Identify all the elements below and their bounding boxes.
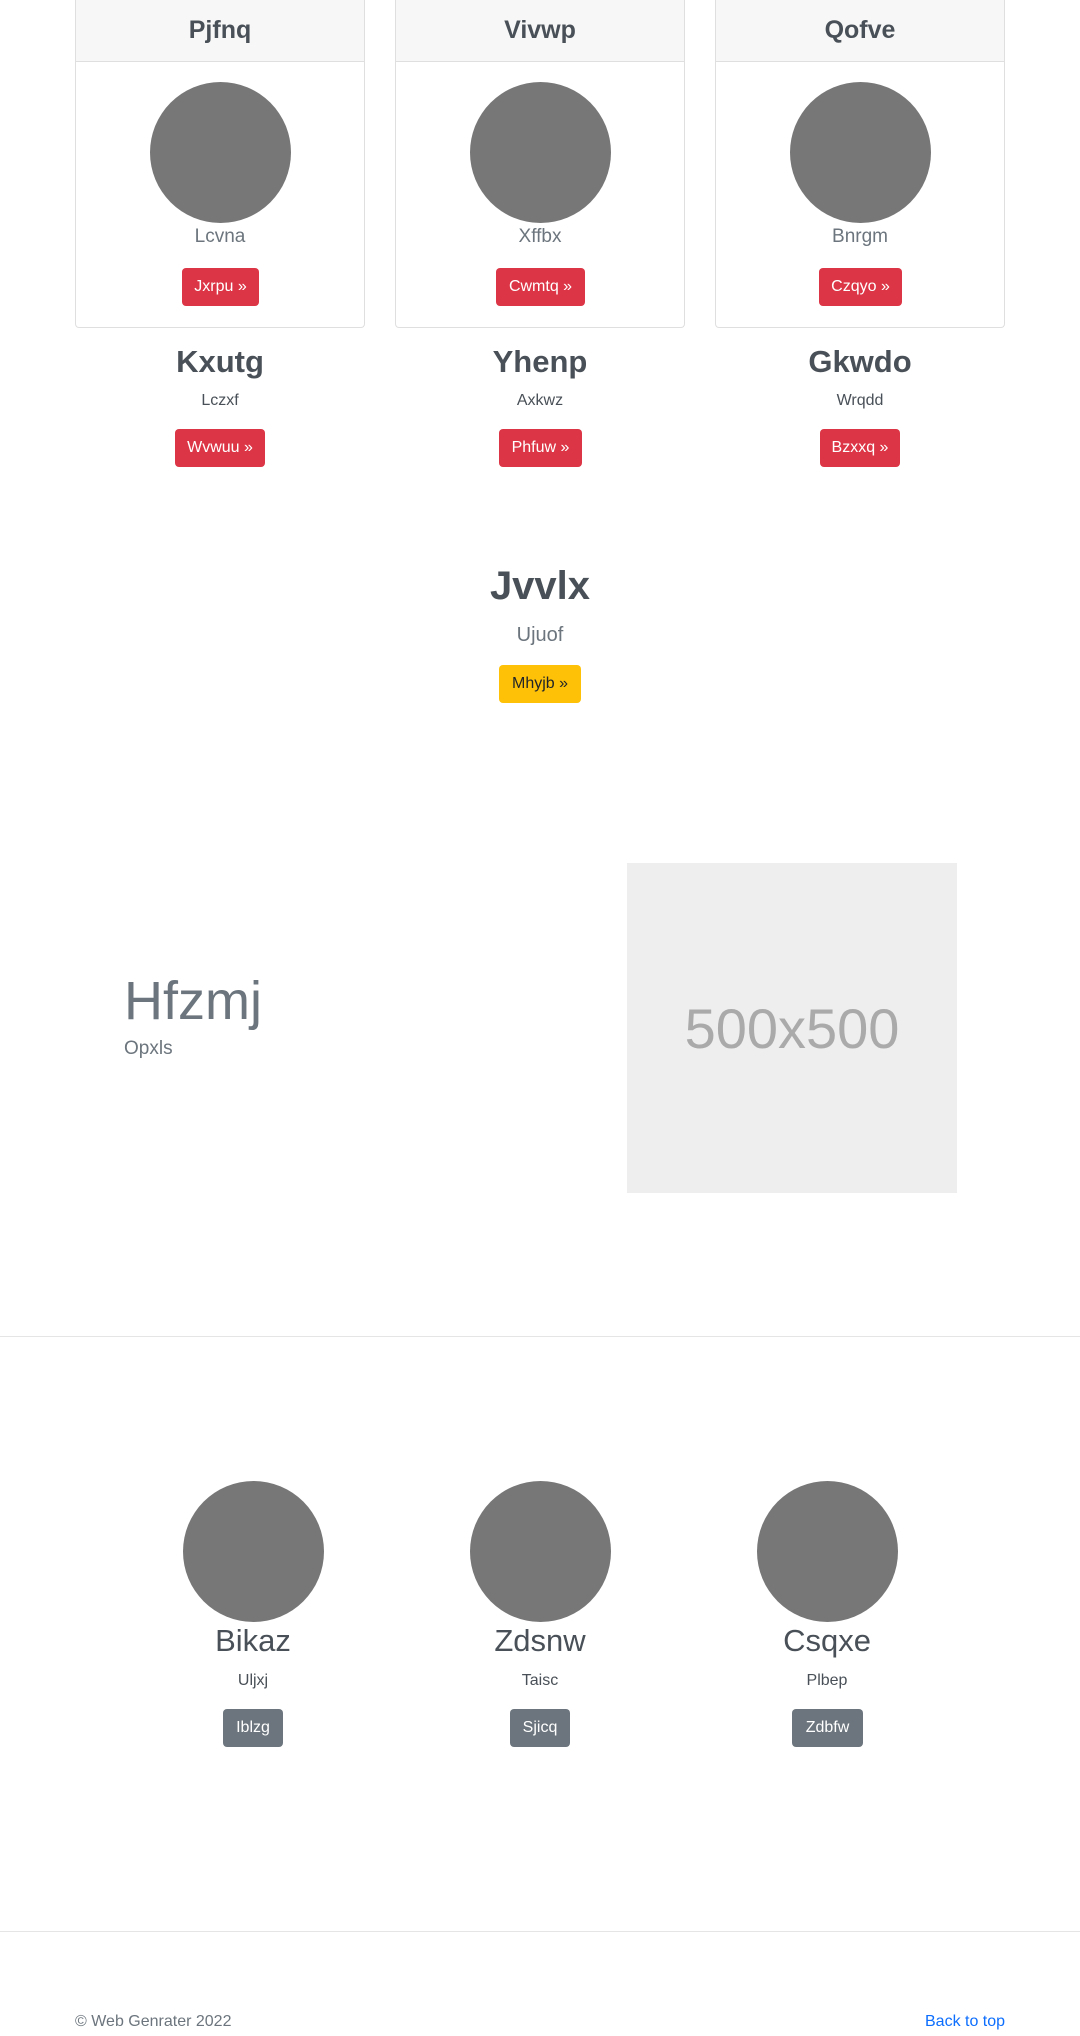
hero-subtitle: Ujuof — [516, 624, 564, 646]
member-role: Uljxj — [237, 1672, 269, 1689]
footer-copyright: © Web Genrater 2022 — [75, 2013, 232, 2030]
card-subtitle: Xffbx — [518, 226, 562, 247]
card-title: Vivwp — [396, 0, 684, 62]
section-divider — [0, 1336, 1080, 1337]
card-title: Pjfnq — [76, 0, 364, 62]
member-button[interactable]: Sjicq — [510, 1709, 570, 1747]
image-placeholder: 500x500 — [627, 863, 957, 1193]
column-button[interactable]: Wvwuu » — [175, 429, 265, 467]
avatar-placeholder — [150, 82, 291, 223]
member-name: Bikaz — [215, 1623, 291, 1658]
hero-button[interactable]: Mhyjb » — [499, 665, 581, 703]
card-subtitle: Lcvna — [194, 226, 246, 247]
member-name: Zdsnw — [494, 1623, 586, 1658]
avatar-placeholder — [470, 82, 611, 223]
column-button[interactable]: Phfuw » — [499, 429, 582, 467]
card-button[interactable]: Czqyo » — [819, 268, 902, 306]
member-button[interactable]: Zdbfw — [792, 1709, 863, 1747]
feature-subtitle: Opxls — [124, 1038, 173, 1059]
card-1: Pjfnq Lcvna Jxrpu » — [75, 0, 365, 328]
avatar-placeholder — [757, 1481, 898, 1622]
member-role: Taisc — [521, 1672, 559, 1689]
column-subtitle: Wrqdd — [836, 392, 884, 409]
card-subtitle: Bnrgm — [832, 226, 888, 247]
column-title: Kxutg — [176, 344, 264, 379]
back-to-top-link[interactable]: Back to top — [925, 2013, 1005, 2031]
column-title: Yhenp — [492, 344, 588, 379]
hero-title: Jvvlx — [489, 564, 591, 608]
card-3: Qofve Bnrgm Czqyo » — [715, 0, 1005, 328]
column-title: Gkwdo — [808, 344, 912, 379]
column-subtitle: Axkwz — [516, 392, 564, 409]
image-placeholder-label: 500x500 — [684, 996, 900, 1060]
feature-title: Hfzmj — [124, 971, 262, 1031]
member-button[interactable]: Iblzg — [223, 1709, 283, 1747]
avatar-placeholder — [790, 82, 931, 223]
avatar-placeholder — [470, 1481, 611, 1622]
card-button[interactable]: Cwmtq » — [496, 268, 585, 306]
avatar-placeholder — [183, 1481, 324, 1622]
footer-divider — [0, 1931, 1080, 1932]
card-2: Vivwp Xffbx Cwmtq » — [395, 0, 685, 328]
member-role: Plbep — [806, 1672, 848, 1689]
card-title: Qofve — [716, 0, 1004, 62]
card-button[interactable]: Jxrpu » — [182, 268, 259, 306]
column-button[interactable]: Bzxxq » — [820, 429, 900, 467]
column-subtitle: Lczxf — [201, 392, 239, 409]
member-name: Csqxe — [783, 1623, 871, 1658]
